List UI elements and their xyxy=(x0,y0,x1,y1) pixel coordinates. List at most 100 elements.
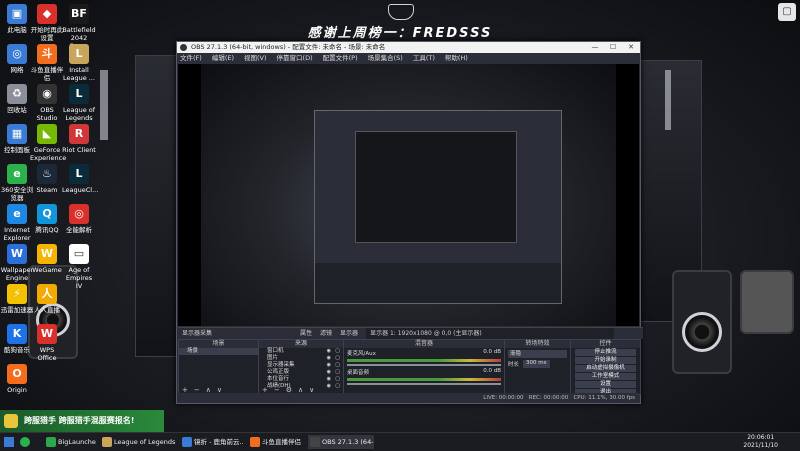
volume-slider[interactable] xyxy=(347,364,501,366)
wall-light xyxy=(665,70,671,130)
control-button[interactable]: 启动虚拟摄像机 xyxy=(575,365,636,372)
lock-icon[interactable]: ▢ xyxy=(335,369,340,376)
menu-item[interactable]: 视图(V) xyxy=(244,53,267,63)
desktop-icon[interactable]: R Riot Client xyxy=(62,124,96,154)
track-db: 0.0 dB xyxy=(483,349,501,355)
desktop-icon[interactable]: L LeagueCl... xyxy=(62,164,99,194)
desktop-icon-label: 回收站 xyxy=(7,106,27,114)
desktop-icon[interactable]: W WeGame xyxy=(30,244,64,274)
scene-item[interactable]: 场景 xyxy=(179,348,258,355)
lock-icon[interactable]: ▢ xyxy=(335,376,340,383)
menu-item[interactable]: 工具(T) xyxy=(413,53,435,63)
source-toolbar: 显示器采集 属性 滤镜 显示器 显示器 1: 1920x1080 @ 0,0 (… xyxy=(178,327,643,339)
taskbar-item[interactable]: 斗鱼直播伴侣 xyxy=(248,435,304,449)
source-item[interactable]: 窗口机 ◉ ▢ xyxy=(259,348,343,355)
desktop-icon[interactable]: ◉ OBS Studio xyxy=(30,84,64,122)
chrome-icon[interactable] xyxy=(18,435,30,449)
app-icon: 人 xyxy=(37,284,57,304)
eye-icon[interactable]: ◉ xyxy=(327,362,331,369)
desktop-icon-label: 此电脑 xyxy=(7,26,27,34)
source-item[interactable]: 显示器采集 ◉ ▢ xyxy=(259,362,343,369)
filters-button[interactable]: 滤镜 xyxy=(320,328,332,339)
obs-statusbar: LIVE: 00:00:00 REC: 00:00:00 CPU: 11.1%,… xyxy=(178,393,639,403)
lock-icon[interactable]: ▢ xyxy=(335,355,340,362)
menu-item[interactable]: 配置文件(P) xyxy=(323,53,358,63)
desktop-icon[interactable]: Q 腾讯QQ xyxy=(30,204,64,234)
menu-item[interactable]: 停靠窗口(D) xyxy=(277,53,313,63)
source-item[interactable]: 本位音行 ◉ ▢ xyxy=(259,376,343,383)
sources-title: 来源 xyxy=(259,340,343,348)
source-item-label: 显示器采集 xyxy=(267,362,295,368)
desktop-icon[interactable]: ▦ 控制面板 xyxy=(0,124,34,154)
properties-button[interactable]: 属性 xyxy=(300,328,312,339)
eye-icon[interactable]: ◉ xyxy=(327,348,331,355)
eye-icon[interactable]: ◉ xyxy=(327,355,331,362)
mixer-title: 混音器 xyxy=(344,340,504,348)
duration-input[interactable]: 300 ms xyxy=(523,360,550,368)
clock[interactable]: 20:06:01 2021/11/10 xyxy=(743,434,778,450)
taskbar-item[interactable]: 镜折 - 鹿角前云... xyxy=(180,435,244,449)
taskbar-item[interactable]: BigLauncher xyxy=(44,435,96,449)
desktop-icon[interactable]: W WPS Office xyxy=(30,324,64,362)
desktop-icon-label: League of Legends xyxy=(62,106,96,122)
desktop-icon[interactable]: O Origin xyxy=(0,364,34,394)
menu-item[interactable]: 文件(F) xyxy=(180,53,202,63)
eye-icon[interactable]: ◉ xyxy=(327,376,331,383)
source-item[interactable]: 图片 ◉ ▢ xyxy=(259,355,343,362)
speaker-image xyxy=(672,270,732,374)
desktop-icon[interactable]: ◎ 全能解析 xyxy=(62,204,96,234)
window-icon[interactable]: ▢ xyxy=(778,3,796,21)
display-select[interactable]: 显示器 1: 1920x1080 @ 0,0 (主显示器) xyxy=(366,328,615,339)
taskbar-item[interactable]: League of Legends xyxy=(100,435,176,449)
desktop-icon-label: Age of Empires IV xyxy=(65,266,93,290)
desktop-icon[interactable]: L Install League ... xyxy=(62,44,96,82)
obs-preview[interactable] xyxy=(178,64,639,326)
menu-item[interactable]: 场景集合(S) xyxy=(368,53,403,63)
desktop-icon[interactable]: e Internet Explorer xyxy=(0,204,34,242)
menu-item[interactable]: 编辑(E) xyxy=(212,53,234,63)
obs-titlebar: OBS 27.1.3 (64-bit, windows) - 配置文件: 未命名… xyxy=(177,42,640,53)
close-button[interactable]: ✕ xyxy=(622,42,640,53)
desktop-icon[interactable]: ◣ GeForce Experience xyxy=(30,124,66,162)
desktop-icon[interactable]: e 360安全浏览器 xyxy=(0,164,34,202)
desktop-icon[interactable]: 人人人直播 xyxy=(30,284,64,314)
desktop-icon[interactable]: W Wallpaper Engine xyxy=(0,244,34,282)
desktop-icon[interactable]: L League of Legends xyxy=(62,84,96,122)
control-button[interactable]: 工作室模式 xyxy=(575,373,636,380)
taskbar-item-label: 斗鱼直播伴侣 xyxy=(262,438,301,446)
app-icon: L xyxy=(69,84,89,104)
app-icon: ▭ xyxy=(69,244,89,264)
app-icon: L xyxy=(69,44,89,64)
scenes-title: 场景 xyxy=(179,340,258,348)
desktop-icon[interactable]: K 酷狗音乐 xyxy=(0,324,34,354)
desktop-icon-label: LeagueCl... xyxy=(62,186,99,194)
banner-text: 感谢上周榜一：FREDSSS xyxy=(307,26,493,41)
control-button[interactable]: 停止推流 xyxy=(575,349,636,356)
desktop-icon-label: Install League ... xyxy=(63,66,95,82)
desktop-icon-label: WPS Office xyxy=(37,346,57,362)
control-button[interactable]: 设置 xyxy=(575,381,636,388)
source-item-label: 公鸡正版 xyxy=(267,369,290,375)
desktop-icon[interactable]: ◆ 开始时再此设置 xyxy=(30,4,64,42)
menu-item[interactable]: 帮助(H) xyxy=(445,53,468,63)
start-button[interactable] xyxy=(2,435,14,449)
transition-select[interactable]: 渐隐 xyxy=(508,350,567,358)
minimize-button[interactable]: — xyxy=(586,42,604,53)
lock-icon[interactable]: ▢ xyxy=(335,348,340,355)
taskbar-item[interactable]: OBS 27.1.3 (64-bit... xyxy=(308,435,374,449)
volume-slider[interactable] xyxy=(347,383,501,385)
desktop-icon[interactable]: 斗斗鱼直播伴侣 xyxy=(30,44,64,82)
desktop-icon[interactable]: ▭ Age of Empires IV xyxy=(62,244,96,290)
desktop-icon[interactable]: ◎ 网络 xyxy=(0,44,34,74)
source-item[interactable]: 公鸡正版 ◉ ▢ xyxy=(259,369,343,376)
desktop-icon[interactable]: ▣ 此电脑 xyxy=(0,4,34,34)
desktop-icon[interactable]: ⚡ 迅雷加速器 xyxy=(0,284,34,314)
maximize-button[interactable]: ☐ xyxy=(604,42,622,53)
eye-icon[interactable]: ◉ xyxy=(327,369,331,376)
controls-dock: 控件 停止推流 开始录制 启动虚拟摄像机 工作室模式 设置 退出 xyxy=(570,339,641,396)
lock-icon[interactable]: ▢ xyxy=(335,362,340,369)
desktop-icon[interactable]: ♨ Steam xyxy=(30,164,64,194)
app-icon: ♻ xyxy=(7,84,27,104)
desktop-icon[interactable]: ♻ 回收站 xyxy=(0,84,34,114)
control-button[interactable]: 开始录制 xyxy=(575,357,636,364)
